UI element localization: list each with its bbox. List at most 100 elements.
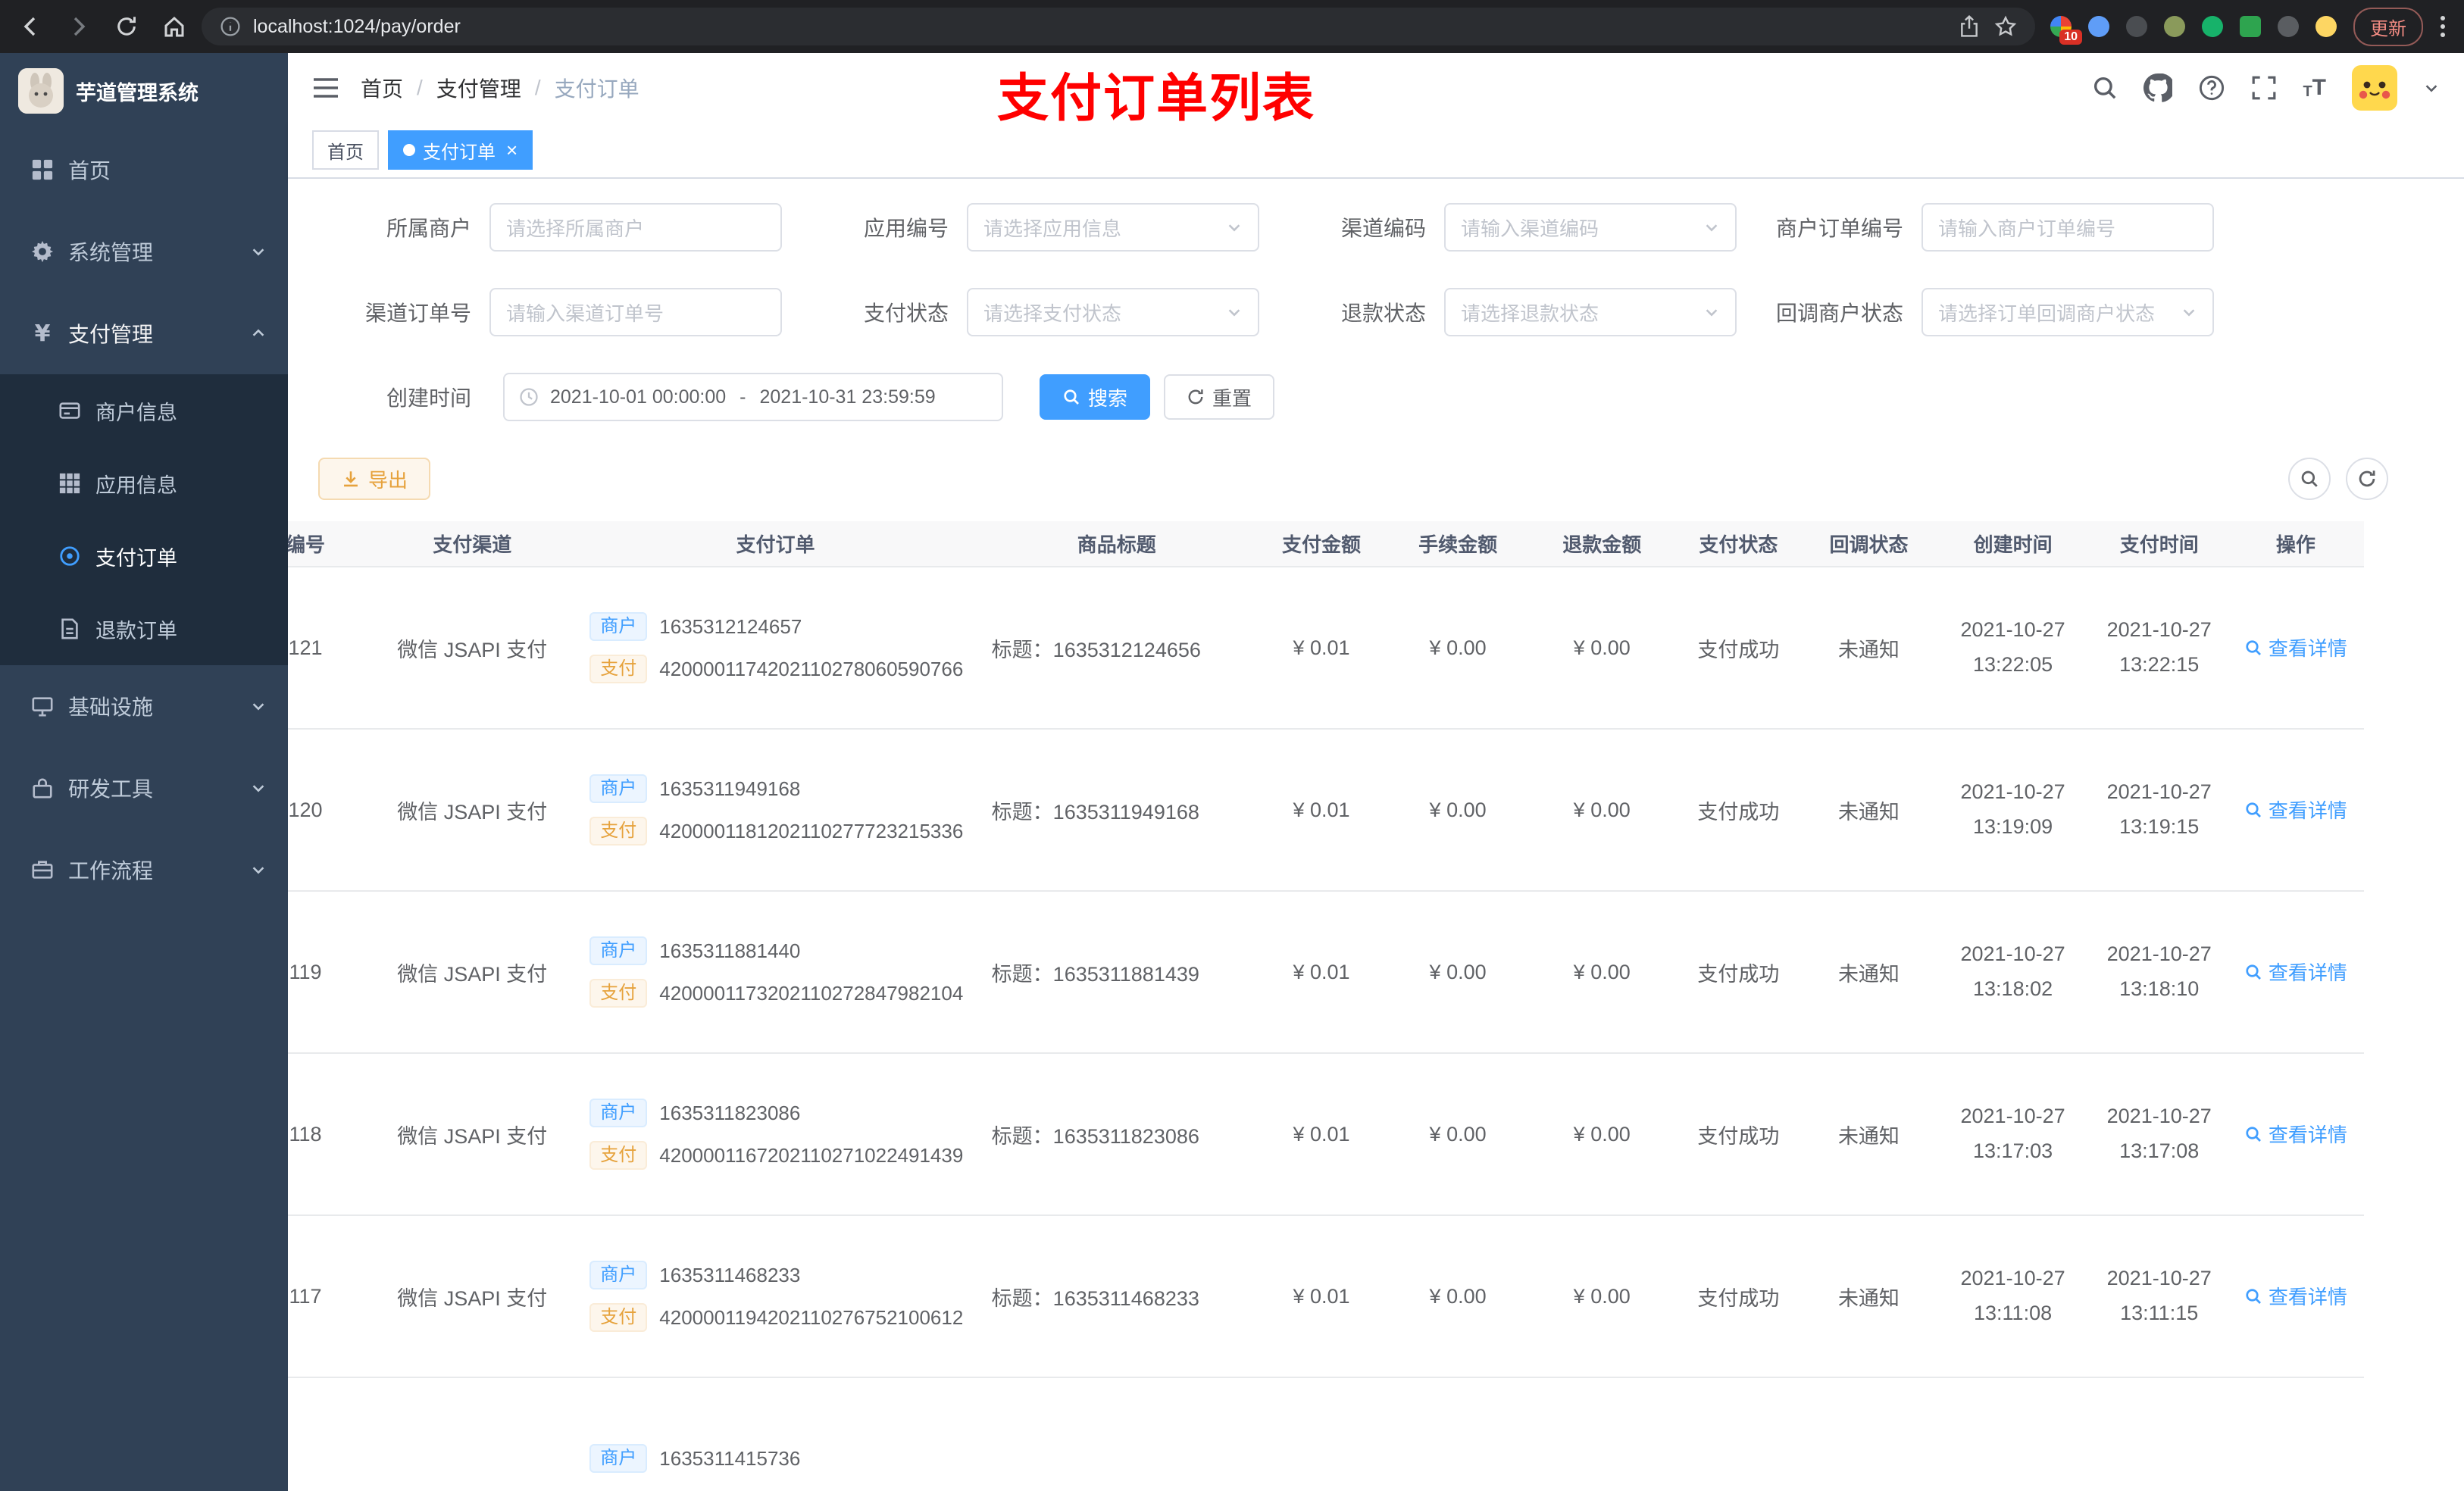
hamburger-icon[interactable] [312, 77, 339, 99]
fullscreen-icon[interactable] [2251, 75, 2277, 101]
view-detail-link[interactable]: 查看详情 [2244, 1120, 2347, 1148]
bookmark-star-icon[interactable] [1994, 15, 2017, 38]
date-range-picker[interactable]: 2021-10-01 00:00:00 - 2021-10-31 23:59:5… [503, 373, 1003, 421]
extension-dark-icon[interactable] [2126, 16, 2147, 37]
chevron-down-icon [1703, 304, 1720, 320]
cell-notify-status [1803, 1377, 1935, 1491]
browser-home-button[interactable] [162, 14, 186, 39]
merchant-order-no: 1635311881440 [659, 939, 801, 962]
page-title-annotation: 支付订单列表 [997, 70, 1316, 127]
sidebar-item-home[interactable]: 首页 [0, 129, 288, 211]
table-row: 118 微信 JSAPI 支付 商户 1635311823086 支付 420000116… [288, 1053, 2364, 1216]
sidebar-item-workflow-case[interactable]: 工作流程 [0, 829, 288, 911]
breadcrumb-home[interactable]: 首页 [361, 73, 403, 103]
filter-input[interactable]: 请输入渠道订单号 [489, 288, 782, 336]
app-logo[interactable]: 芋道管理系统 [0, 53, 288, 129]
placeholder-text: 请输入商户订单编号 [1938, 217, 2116, 240]
home-icon [30, 158, 55, 181]
sidebar-item-app-grid[interactable]: 应用信息 [0, 447, 288, 520]
sidebar-item-gear[interactable]: 系统管理 [0, 211, 288, 292]
view-detail-link[interactable]: 查看详情 [2244, 958, 2347, 986]
refund-doc-icon [58, 617, 82, 640]
browser-reload-button[interactable] [115, 15, 138, 38]
toggle-search-button[interactable] [2288, 458, 2331, 500]
cell-refund-amount: ¥ 0.00 [1530, 1215, 1674, 1378]
extension-blue-icon[interactable] [2088, 16, 2109, 37]
cell-actions: 查看详情 [2227, 1215, 2364, 1378]
extension-green-check-icon[interactable] [2202, 16, 2223, 37]
extension-puzzle-icon[interactable] [2278, 16, 2299, 37]
table-row: 商户 1635311415736 [288, 1377, 2364, 1491]
search-button[interactable]: 搜索 [1040, 374, 1151, 420]
tab-close-icon[interactable]: × [506, 140, 518, 160]
address-bar[interactable]: localhost:1024/pay/order [202, 8, 2035, 45]
filter-select[interactable]: 请选择订单回调商户状态 [1921, 288, 2214, 336]
col-channel: 支付渠道 [370, 521, 575, 567]
user-avatar[interactable] [2352, 65, 2397, 111]
merchant-tag: 商户 [589, 774, 648, 803]
avatar-caret-down-icon[interactable] [2423, 80, 2440, 96]
chrome-menu-icon[interactable] [2440, 14, 2446, 39]
col-pay-amount: 支付金额 [1256, 521, 1387, 567]
cell-refund-amount [1530, 1377, 1674, 1491]
filter-select[interactable]: 请选择退款状态 [1444, 288, 1737, 336]
reset-button[interactable]: 重置 [1164, 374, 1275, 420]
cell-id: 121 [288, 567, 371, 730]
share-icon[interactable] [1959, 15, 1979, 38]
magnifier-icon [2244, 1287, 2262, 1305]
filter-field: 回调商户状态 请选择订单回调商户状态 [1750, 288, 2214, 336]
sidebar-item-yen[interactable]: ¥ 支付管理 [0, 292, 288, 374]
site-info-icon[interactable] [220, 16, 241, 37]
extension-olive-icon[interactable] [2164, 16, 2185, 37]
chevron-down-icon [2181, 304, 2197, 320]
view-detail-link[interactable]: 查看详情 [2244, 796, 2347, 824]
app-grid-icon [58, 472, 82, 495]
cell-pay-amount [1256, 1377, 1387, 1491]
filter-input[interactable]: 请输入商户订单编号 [1921, 203, 2214, 252]
tab-pay-order[interactable]: 支付订单 × [388, 130, 533, 170]
sidebar-item-label: 支付管理 [68, 323, 154, 346]
export-button[interactable]: 导出 [318, 458, 431, 500]
extension-green-square-icon[interactable] [2240, 16, 2261, 37]
sidebar-item-dev-tools[interactable]: 研发工具 [0, 747, 288, 829]
filter-input[interactable]: 请选择所属商户 [489, 203, 782, 252]
filter-row-3: 创建时间 2021-10-01 00:00:00 - 2021-10-31 23… [318, 373, 2434, 421]
cell-refund-amount: ¥ 0.00 [1530, 891, 1674, 1054]
sidebar-item-order-target[interactable]: 支付订单 [0, 520, 288, 592]
cell-fee-amount: ¥ 0.00 [1386, 891, 1531, 1054]
extension-emoji-icon[interactable] [2315, 16, 2337, 37]
filter-field: 所属商户 请选择所属商户 [318, 203, 782, 252]
pay-order-no: 4200001194202110276752100612 [659, 1305, 964, 1329]
chrome-update-button[interactable]: 更新 [2353, 7, 2423, 46]
filter-label: 应用编号 [863, 217, 949, 240]
cell-refund-amount: ¥ 0.00 [1530, 1053, 1674, 1216]
sidebar-item-merchant-card[interactable]: 商户信息 [0, 374, 288, 447]
filter-label: 渠道订单号 [364, 302, 471, 325]
breadcrumb-separator: / [417, 76, 423, 99]
date-end: 2021-10-31 23:59:59 [759, 386, 936, 408]
tab-home[interactable]: 首页 [312, 130, 379, 170]
sidebar-item-refund-doc[interactable]: 退款订单 [0, 592, 288, 665]
cell-order-no: 商户 1635311823086 支付 42000011672021102710224… [574, 1053, 977, 1216]
sidebar-item-infra-monitor[interactable]: 基础设施 [0, 665, 288, 747]
table-row: 117 微信 JSAPI 支付 商户 1635311468233 支付 420000119… [288, 1215, 2364, 1378]
extension-colorful-icon[interactable]: 10 [2050, 16, 2082, 45]
browser-back-button[interactable] [18, 14, 42, 39]
search-icon[interactable] [2092, 75, 2118, 101]
view-detail-link[interactable]: 查看详情 [2244, 1282, 2347, 1310]
orders-table-wrapper: 编号 支付渠道 支付订单 商品标题 支付金额 手续金额 退款金额 支付状态 回调状态 创建时间 支付… [288, 521, 2434, 1491]
filter-select[interactable]: 请输入渠道编码 [1444, 203, 1737, 252]
browser-forward-button[interactable] [67, 14, 91, 39]
font-size-icon[interactable]: TT [2303, 77, 2326, 100]
github-icon[interactable] [2143, 73, 2173, 102]
filter-label: 渠道编码 [1340, 217, 1426, 240]
cell-pay-time [2090, 1377, 2228, 1491]
breadcrumb-pay-management[interactable]: 支付管理 [436, 73, 521, 103]
filter-label: 商户订单编号 [1775, 217, 1903, 240]
view-detail-link[interactable]: 查看详情 [2244, 633, 2347, 661]
filter-select[interactable]: 请选择支付状态 [967, 288, 1259, 336]
filter-select[interactable]: 请选择应用信息 [967, 203, 1259, 252]
refresh-table-button[interactable] [2346, 458, 2388, 500]
help-icon[interactable] [2198, 74, 2225, 102]
pay-tag: 支付 [589, 655, 648, 683]
